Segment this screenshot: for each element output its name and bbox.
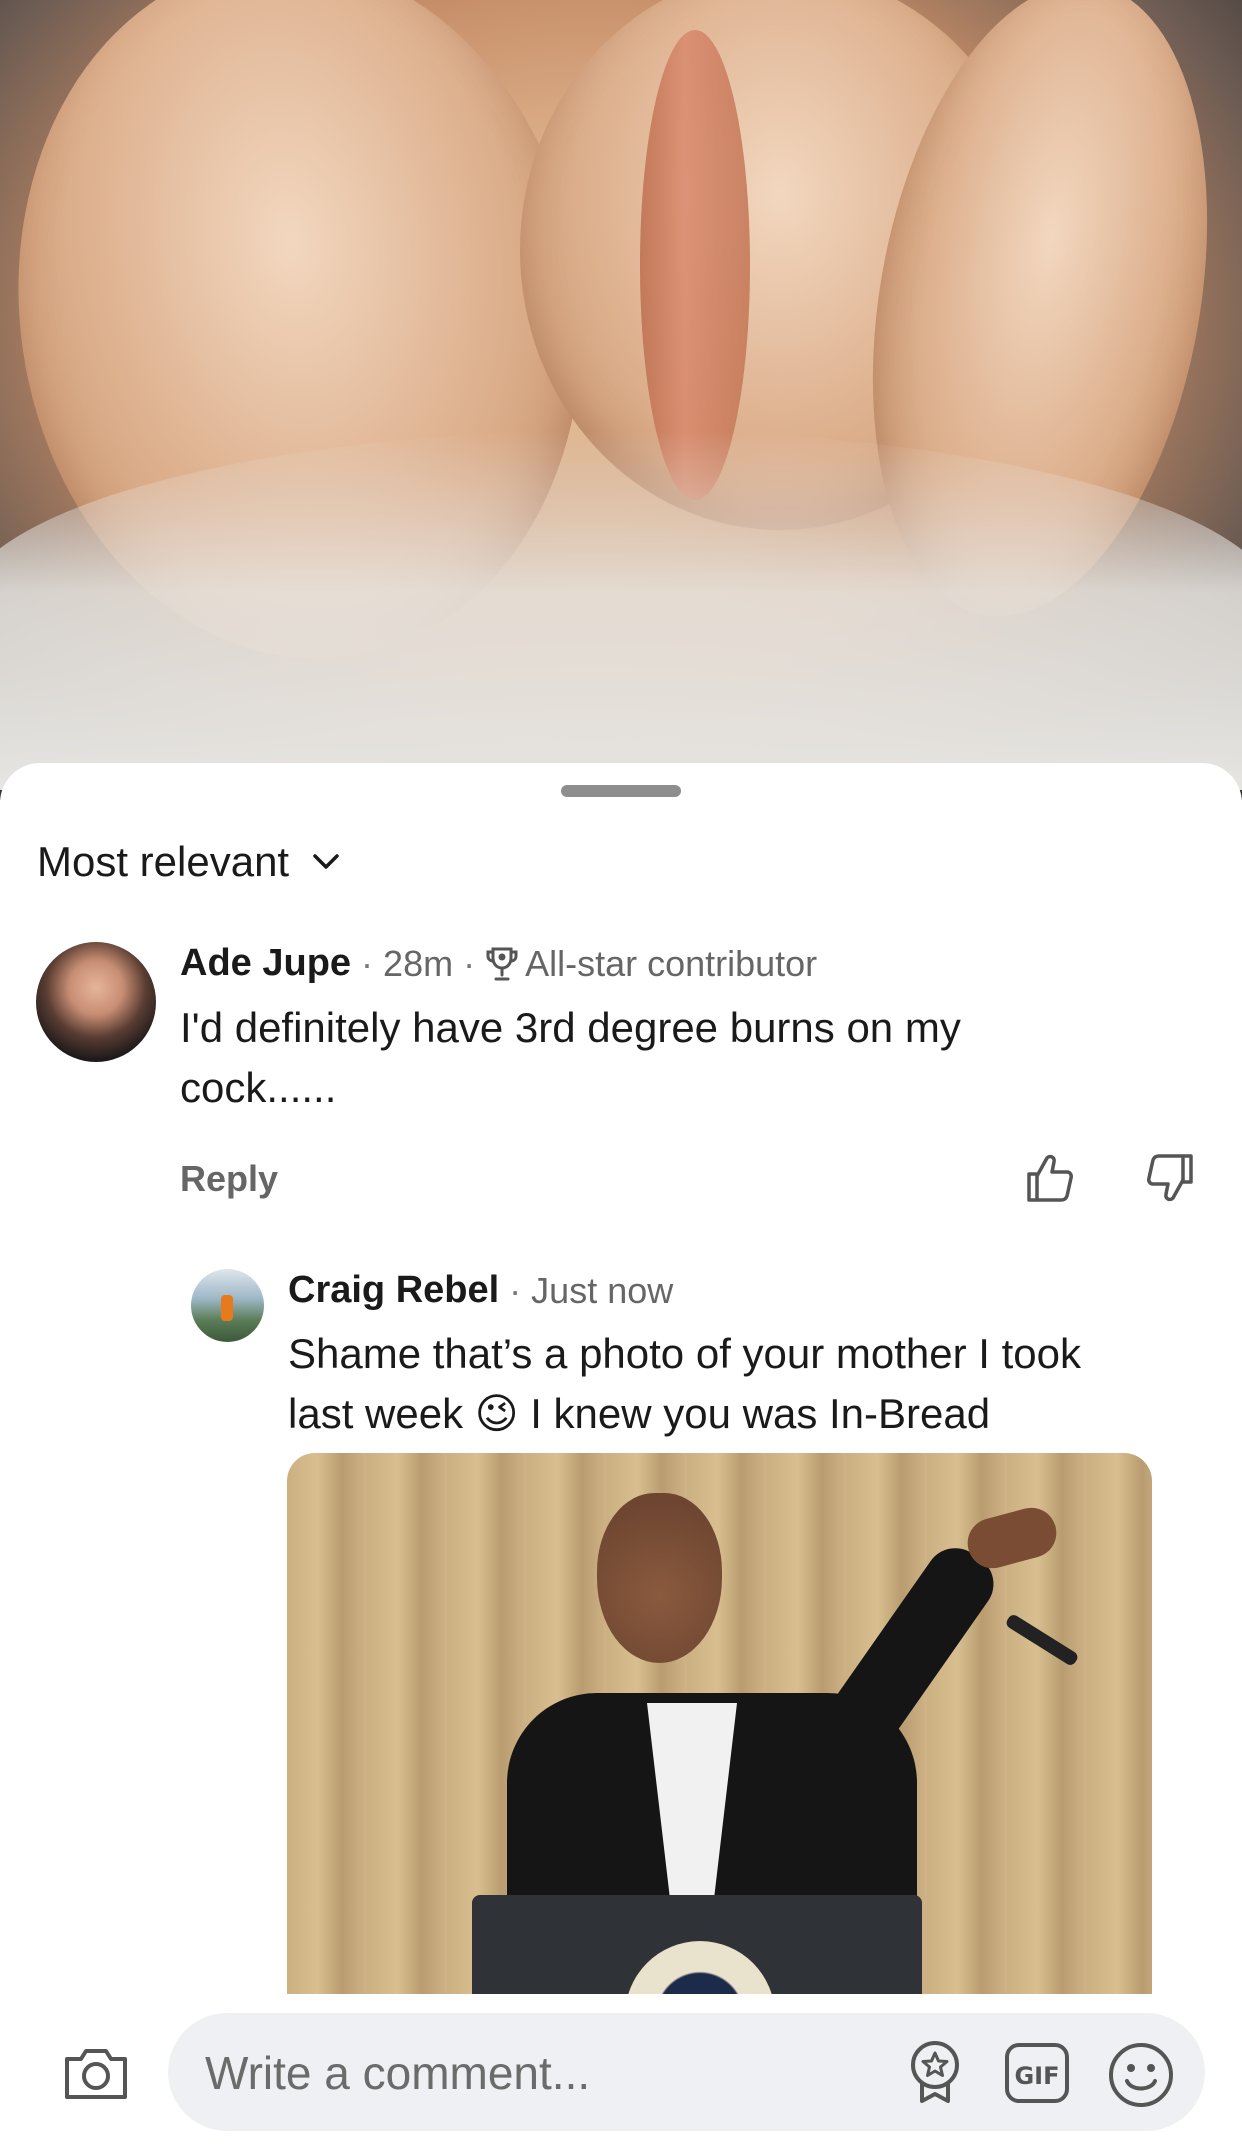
contributor-badge: All-star contributor bbox=[525, 942, 818, 984]
sort-label: Most relevant bbox=[37, 838, 290, 885]
thumbs-down-icon[interactable] bbox=[1142, 1150, 1198, 1206]
gif-figure bbox=[962, 1502, 1062, 1574]
sort-dropdown[interactable]: Most relevant bbox=[37, 838, 341, 886]
wink-emoji: 😉 bbox=[474, 1390, 519, 1437]
separator-dot: · bbox=[463, 942, 476, 984]
reply-line-part: I knew you was In-Bread bbox=[530, 1390, 991, 1437]
reply-line: Shame that’s a photo of your mother I to… bbox=[288, 1330, 1082, 1377]
reply-gif-image[interactable] bbox=[287, 1453, 1152, 1998]
separator-dot: · bbox=[361, 942, 374, 984]
baking-paper bbox=[0, 430, 1242, 790]
sheet-drag-handle[interactable] bbox=[561, 785, 681, 797]
reply-line: last week 😉 I knew you was In-Bread bbox=[288, 1384, 1081, 1444]
thumbs-up-icon[interactable] bbox=[1022, 1150, 1078, 1206]
post-image[interactable] bbox=[0, 0, 1242, 800]
camera-icon[interactable] bbox=[60, 2042, 132, 2104]
comment-time: 28m bbox=[383, 942, 454, 984]
comment-line: cock...... bbox=[180, 1064, 337, 1111]
reply-time: Just now bbox=[531, 1269, 674, 1311]
chevron-down-icon bbox=[311, 852, 341, 872]
separator-dot: · bbox=[509, 1269, 522, 1311]
trophy-icon bbox=[485, 946, 519, 982]
comment-placeholder: Write a comment... bbox=[205, 2047, 591, 2099]
reply-button[interactable]: Reply bbox=[180, 1158, 278, 1200]
reply-text: Shame that’s a photo of your mother I to… bbox=[288, 1324, 1081, 1444]
comment-line: I'd definitely have 3rd degree burns on … bbox=[180, 1004, 961, 1051]
gif-label: GIF bbox=[1014, 2062, 1059, 2090]
emoji-icon[interactable] bbox=[1106, 2040, 1176, 2110]
reply-line-part: last week bbox=[288, 1390, 464, 1437]
gif-microphone bbox=[1004, 1612, 1080, 1668]
sticker-icon[interactable] bbox=[905, 2036, 965, 2108]
reply-meta: Craig Rebel · Just now bbox=[288, 1269, 673, 1312]
gif-figure bbox=[597, 1493, 722, 1663]
comment-meta: Ade Jupe · 28m · All-star contributor bbox=[180, 942, 817, 985]
avatar[interactable] bbox=[36, 942, 156, 1062]
comment-author[interactable]: Ade Jupe bbox=[180, 942, 351, 985]
reply-author[interactable]: Craig Rebel bbox=[288, 1269, 499, 1312]
avatar[interactable] bbox=[191, 1269, 264, 1342]
comment-text: I'd definitely have 3rd degree burns on … bbox=[180, 998, 961, 1118]
gif-icon[interactable]: GIF bbox=[1003, 2042, 1071, 2104]
